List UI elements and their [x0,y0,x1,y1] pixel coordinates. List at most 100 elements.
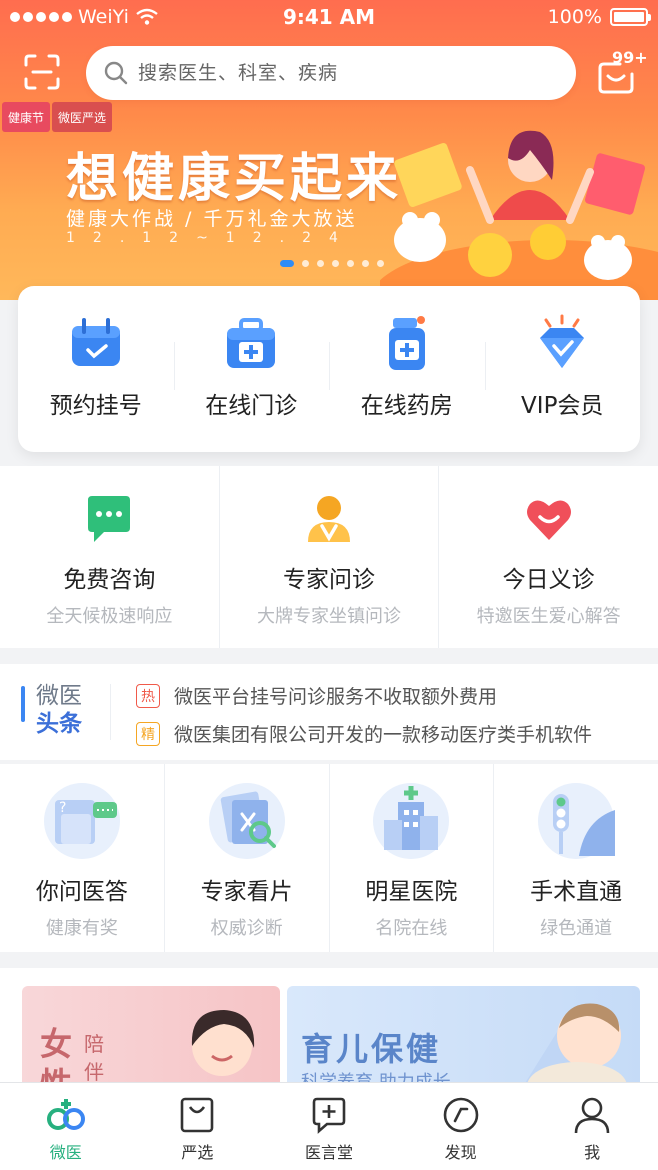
service-online-pharmacy[interactable]: 在线药房 [329,286,485,452]
traffic-road-icon [538,783,616,859]
woman-portrait-illustration [191,1010,255,1076]
banner-date: 12.12~12.24 [66,230,356,246]
search-bar[interactable] [86,46,576,100]
medicine-bottle-icon [388,316,425,370]
message-badge: 99+ [612,48,648,67]
featured-tag: 精 [136,721,160,746]
carousel-indicator[interactable] [280,260,384,267]
promo-section: 女性 陪伴 育儿保健 科学养育 助力成长 [0,968,658,1096]
consult-free[interactable]: 免费咨询 全天候极速响应 [0,466,220,648]
qa-icon: ? [43,783,120,859]
carousel-dot[interactable] [347,260,354,267]
user-icon [574,1097,610,1134]
service-title: 你问医答 [35,879,128,905]
weiyi-logo-icon [46,1099,85,1130]
scan-icon[interactable] [22,52,62,92]
service-subtitle: 权威诊断 [210,918,283,939]
main-services-card: 预约挂号 在线门诊 在线药房 VIP会员 [18,286,640,452]
carousel-dot[interactable] [280,260,294,267]
tab-me[interactable]: 我 [526,1083,658,1170]
consult-expert[interactable]: 专家问诊 大牌专家坐镇问诊 [220,466,440,648]
service-qa[interactable]: ? 你问医答 健康有奖 [0,764,165,952]
service-subtitle: 绿色通道 [540,918,613,939]
battery-percent: 100% [547,6,602,28]
banner-subtitle: 健康大作战 / 千万礼金大放送 [66,208,358,230]
carousel-dot[interactable] [362,260,369,267]
consult-charity[interactable]: 今日义诊 特邀医生爱心解答 [439,466,658,648]
status-bar: WeiYi 9:41 AM 100% [0,0,658,36]
tab-forum[interactable]: 医言堂 [263,1083,395,1170]
carousel-dot[interactable] [302,260,309,267]
svg-text:?: ? [59,800,66,816]
compass-icon [443,1097,478,1133]
hero-banner[interactable]: WeiYi 9:41 AM 100% 99+ 健康节 微医严选 想健康买起来 健… [0,0,658,300]
service-hospital[interactable]: 明星医院 名院在线 [330,764,495,952]
doctor-icon [308,496,350,542]
hot-tag: 热 [136,683,160,708]
heart-icon [526,500,571,540]
service-subtitle: 健康有奖 [45,918,118,939]
consult-title: 今日义诊 [502,567,595,593]
consult-section: 免费咨询 全天候极速响应 专家问诊 大牌专家坐镇问诊 今日义诊 特邀医生爱心解答 [0,466,658,648]
carousel-dot[interactable] [317,260,324,267]
chat-bubble-icon [88,496,131,542]
tab-label: 我 [584,1143,601,1162]
service-title: 明星医院 [365,879,458,905]
promo-women-card[interactable]: 女性 陪伴 [22,986,280,1096]
carousel-dot[interactable] [332,260,339,267]
banner-title: 想健康买起来 [66,149,403,209]
event-badge: 微医严选 [52,102,113,132]
consult-subtitle: 大牌专家坐镇问诊 [257,606,401,627]
promo-title: 育儿保健 [301,1030,442,1068]
event-badge: 健康节 [2,102,51,132]
service-surgery[interactable]: 手术直通 绿色通道 [494,764,658,952]
headlines-brand-top: 微医 [36,683,82,709]
headlines-accent-bar [21,686,25,722]
services-section: ? 你问医答 健康有奖 专家看片 权威诊断 明星医院 名院在线 手术直通 绿色通… [0,764,658,952]
baby-illustration [517,1003,627,1096]
headlines-section[interactable]: 微医 头条 热 微医平台挂号问诊服务不收取额外费用 精 微医集团有限公司开发的一… [0,664,658,760]
tab-selection[interactable]: 严选 [132,1083,264,1170]
battery-icon [610,8,651,26]
service-label: 在线药房 [360,393,453,419]
shopping-woman-illustration [380,130,658,300]
carousel-dot[interactable] [377,260,384,267]
tab-discover[interactable]: 发现 [395,1083,527,1170]
tab-weiyi[interactable]: 微医 [0,1083,132,1170]
service-title: 专家看片 [200,879,293,905]
headline-text: 微医集团有限公司开发的一款移动医疗类手机软件 [174,724,593,746]
consult-subtitle: 全天候极速响应 [46,606,173,627]
xray-icon [208,783,285,859]
calendar-icon [71,318,120,366]
service-label: 在线门诊 [205,393,298,419]
headline-item[interactable]: 精 微医集团有限公司开发的一款移动医疗类手机软件 [136,720,592,747]
headline-item[interactable]: 热 微医平台挂号问诊服务不收取额外费用 [136,682,497,709]
headlines-brand-bottom: 头条 [36,711,82,737]
event-badges: 健康节 微医严选 [2,102,114,134]
promo-subtitle: 陪伴 [84,1032,104,1084]
service-online-clinic[interactable]: 在线门诊 [173,286,330,452]
tab-label: 发现 [444,1143,477,1162]
service-label: 预约挂号 [49,393,142,419]
headlines-brand: 微医 头条 [36,682,82,738]
diamond-icon [540,314,585,368]
consult-subtitle: 特邀医生爱心解答 [476,606,621,627]
tab-label: 医言堂 [304,1143,353,1162]
medical-kit-icon [227,318,276,368]
service-label: VIP会员 [521,393,604,419]
service-xray[interactable]: 专家看片 权威诊断 [165,764,330,952]
consult-title: 免费咨询 [63,567,156,593]
service-title: 手术直通 [530,879,623,905]
service-subtitle: 名院在线 [375,918,448,939]
search-icon [104,61,128,85]
search-input[interactable] [138,62,518,84]
message-plus-icon [312,1097,346,1134]
promo-childcare-card[interactable]: 育儿保健 科学养育 助力成长 [287,986,640,1096]
tab-label: 严选 [181,1143,214,1162]
service-appointment[interactable]: 预约挂号 [18,286,174,452]
tab-label: 微医 [49,1143,82,1162]
hospital-icon [373,783,450,859]
headline-text: 微医平台挂号问诊服务不收取额外费用 [174,686,498,708]
bottom-tab-bar: 微医 严选 医言堂 发现 我 [0,1082,658,1170]
service-vip[interactable]: VIP会员 [484,286,641,452]
